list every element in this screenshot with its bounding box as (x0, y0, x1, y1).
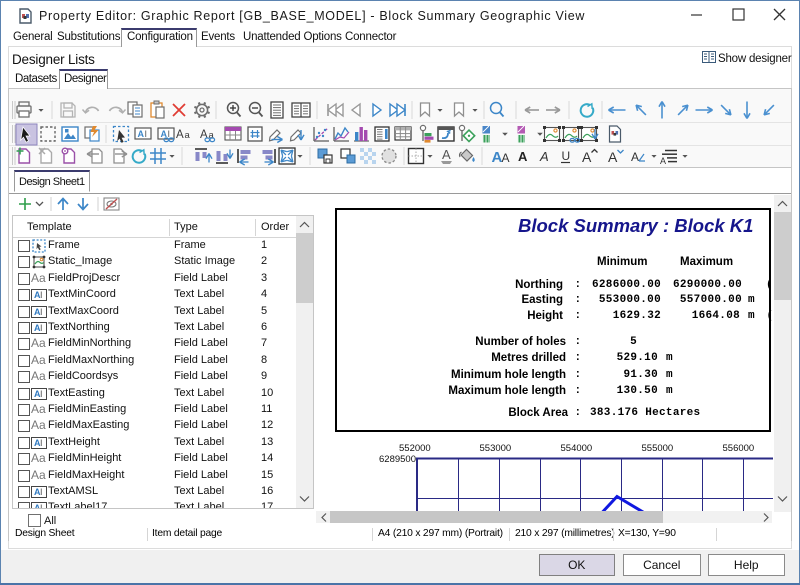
svg-text:I: I (40, 438, 43, 448)
svg-text:a: a (185, 130, 191, 141)
svg-text:I: I (40, 307, 43, 317)
svg-text:I: I (145, 129, 148, 139)
svg-text:A: A (200, 129, 208, 141)
svg-text:A: A (660, 156, 666, 166)
svg-text:I: I (40, 503, 43, 509)
svg-text:A: A (582, 149, 592, 165)
svg-text:I: I (40, 389, 43, 399)
svg-text:I: I (40, 290, 43, 300)
svg-text:I: I (40, 323, 43, 333)
svg-text:A: A (518, 149, 528, 164)
svg-text:A: A (608, 149, 618, 165)
svg-text:A: A (631, 150, 639, 164)
svg-text:A: A (138, 129, 145, 139)
svg-text:A: A (502, 151, 510, 165)
svg-text:A: A (161, 129, 168, 139)
svg-text:I: I (168, 129, 171, 139)
svg-text:A: A (442, 147, 451, 162)
svg-text:A: A (539, 149, 549, 164)
svg-text:I: I (40, 487, 43, 497)
svg-text:U: U (562, 149, 571, 163)
svg-text:A: A (176, 129, 184, 141)
